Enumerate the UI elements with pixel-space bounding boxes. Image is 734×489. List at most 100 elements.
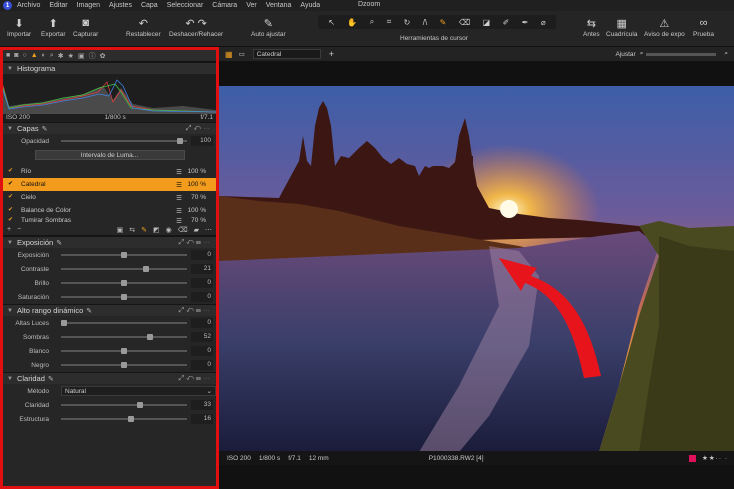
details-tab-icon[interactable]: ⌕ [50, 52, 54, 60]
slider-row[interactable]: Altas Luces 0 [3, 316, 216, 330]
brush-icon[interactable]: ✎ [440, 18, 447, 27]
histogram-header[interactable]: ▼ Histograma [3, 62, 216, 74]
slider-row[interactable]: Claridad 33 [3, 398, 216, 412]
slider-row[interactable]: Sombras 52 [3, 330, 216, 344]
check-icon[interactable]: ✔ [8, 217, 15, 224]
rating-stars[interactable]: ★★·· · [702, 454, 728, 462]
photo[interactable] [219, 86, 734, 452]
slider-row[interactable]: Blanco 0 [3, 344, 216, 358]
favorites-tab-icon[interactable]: ★ [68, 52, 74, 60]
slider-value[interactable]: 0 [191, 318, 213, 328]
local-tab-icon[interactable]: ✱ [58, 52, 64, 60]
zoom-out-icon[interactable]: ⌕ [640, 50, 644, 58]
auto-adjust-button[interactable]: ✎ Auto ajustar [251, 15, 286, 39]
section-actions-icon[interactable]: ⤢↶☰⋯ [179, 239, 212, 247]
exposure-tab-icon[interactable]: ▲ [31, 52, 38, 59]
crop-icon[interactable]: ⌗ [387, 17, 392, 27]
add-layer-icon[interactable]: + [7, 226, 11, 233]
keystone-icon[interactable]: /\ [423, 18, 427, 27]
slider-value[interactable]: 0 [191, 346, 213, 356]
more-icon[interactable]: ⋯ [205, 226, 212, 234]
slider-value[interactable]: 21 [191, 264, 213, 274]
hand-icon[interactable]: ✋ [347, 18, 357, 27]
slider-knob[interactable] [121, 280, 127, 286]
picker-icon[interactable]: ⌀ [541, 18, 546, 27]
erase-icon[interactable]: ⌫ [178, 226, 188, 234]
slider-knob[interactable] [142, 266, 149, 272]
slider-value[interactable]: 0 [191, 278, 213, 288]
gradient-icon[interactable]: ◩ [153, 226, 160, 234]
menu-ayuda[interactable]: Ayuda [300, 2, 320, 9]
library-tab-icon[interactable]: ■ [6, 52, 10, 59]
menu-archivo[interactable]: Archivo [17, 2, 40, 9]
slider-knob[interactable] [136, 402, 143, 408]
lens-tab-icon[interactable]: ○ [22, 52, 26, 59]
image-viewer[interactable] [219, 61, 734, 452]
slider-row[interactable]: Contraste 21 [3, 262, 216, 276]
zoom-in-icon[interactable]: ⌕ [724, 50, 728, 58]
export-button[interactable]: ⬆ Exportar [41, 15, 66, 39]
info-tab-icon[interactable]: ⓘ [89, 51, 96, 61]
slider-row[interactable]: Saturación 0 [3, 290, 216, 304]
menu-seleccionar[interactable]: Seleccionar [167, 2, 204, 9]
check-icon[interactable]: ✔ [8, 207, 15, 214]
slider-track[interactable] [61, 336, 187, 338]
check-icon[interactable]: ✔ [8, 181, 15, 188]
single-view-icon[interactable]: ▭ [239, 50, 245, 58]
import-button[interactable]: ⬇ Importar [7, 15, 31, 39]
undo-redo-button[interactable]: ↶ ↷ Deshacer/Rehacer [169, 15, 223, 39]
check-icon[interactable]: ✔ [8, 194, 15, 201]
menu-imagen[interactable]: Imagen [77, 2, 100, 9]
color-tag[interactable] [689, 454, 697, 462]
menu-ajustes[interactable]: Ajustes [109, 2, 132, 9]
slider-track[interactable] [61, 322, 187, 324]
swap-icon[interactable]: ⇆ [129, 226, 135, 234]
slider-knob[interactable] [121, 294, 127, 300]
slider-knob[interactable] [121, 362, 127, 368]
proof-button[interactable]: ∞ Prueba [693, 15, 714, 38]
variant-select[interactable]: Catedral [252, 49, 321, 59]
slider-row[interactable]: Estructura 16 [3, 412, 216, 426]
brush-icon[interactable]: ✎ [141, 226, 147, 234]
section-actions-icon[interactable]: ⤢↶⋯ [186, 125, 212, 133]
slider-knob[interactable] [61, 320, 67, 326]
before-button[interactable]: ⇆ Antes [583, 15, 600, 39]
zoom-fit-label[interactable]: Ajustar [615, 51, 635, 58]
menu-camara[interactable]: Cámara [212, 2, 237, 9]
layer-item-selected[interactable]: ✔ Catedral ☰ 100 % [3, 178, 216, 191]
rotate-icon[interactable]: ↻ [404, 18, 411, 27]
remove-layer-icon[interactable]: − [17, 226, 21, 233]
slider-track[interactable] [61, 404, 187, 406]
menu-editar[interactable]: Editar [49, 2, 67, 9]
radial-icon[interactable]: ◉ [166, 226, 172, 234]
slider-value[interactable]: 0 [191, 250, 213, 260]
layer-item[interactable]: ✔ Balance de Color ☰ 100 % [3, 204, 216, 217]
color-tab-icon[interactable]: ◐ [42, 52, 46, 59]
zoom-icon[interactable]: ⌕ [370, 17, 374, 27]
hdr-header[interactable]: ▼ Alto rango dinámico ✎ ⤢↶☰⋯ [3, 304, 216, 316]
exposure-warning-button[interactable]: ⚠ Aviso de expo [644, 15, 685, 39]
fill-icon[interactable]: ▰ [194, 226, 199, 234]
slider-value[interactable]: 33 [191, 400, 213, 410]
luma-range-button[interactable]: Intervalo de Luma... [34, 149, 185, 160]
slider-track[interactable] [61, 418, 187, 420]
layer-item[interactable]: ✔ Cielo ☰ 70 % [3, 191, 216, 204]
metadata-tab-icon[interactable]: ▣ [78, 52, 85, 60]
clone-icon[interactable]: ✒ [522, 18, 529, 27]
slider-value[interactable]: 0 [191, 292, 213, 302]
menu-ventana[interactable]: Ventana [266, 2, 292, 9]
opacity-slider[interactable]: Opacidad 100 [3, 134, 216, 148]
grid-view-icon[interactable]: ▦ [225, 50, 233, 59]
zoom-slider[interactable] [646, 52, 717, 56]
clarity-header[interactable]: ▼ Claridad ✎ ⤢↶☰⋯ [3, 372, 216, 384]
slider-value[interactable]: 0 [191, 360, 213, 370]
slider-row[interactable]: Brillo 0 [3, 276, 216, 290]
check-icon[interactable]: ✔ [8, 168, 15, 175]
slider-track[interactable] [61, 140, 187, 142]
slider-track[interactable] [61, 268, 187, 270]
reset-button[interactable]: ↶ Restablecer [126, 15, 161, 39]
capture-tab-icon[interactable]: ◙ [14, 52, 18, 59]
slider-value[interactable]: 52 [191, 332, 213, 342]
heal-icon[interactable]: ✐ [503, 18, 510, 27]
settings-tab-icon[interactable]: ✿ [100, 52, 106, 60]
